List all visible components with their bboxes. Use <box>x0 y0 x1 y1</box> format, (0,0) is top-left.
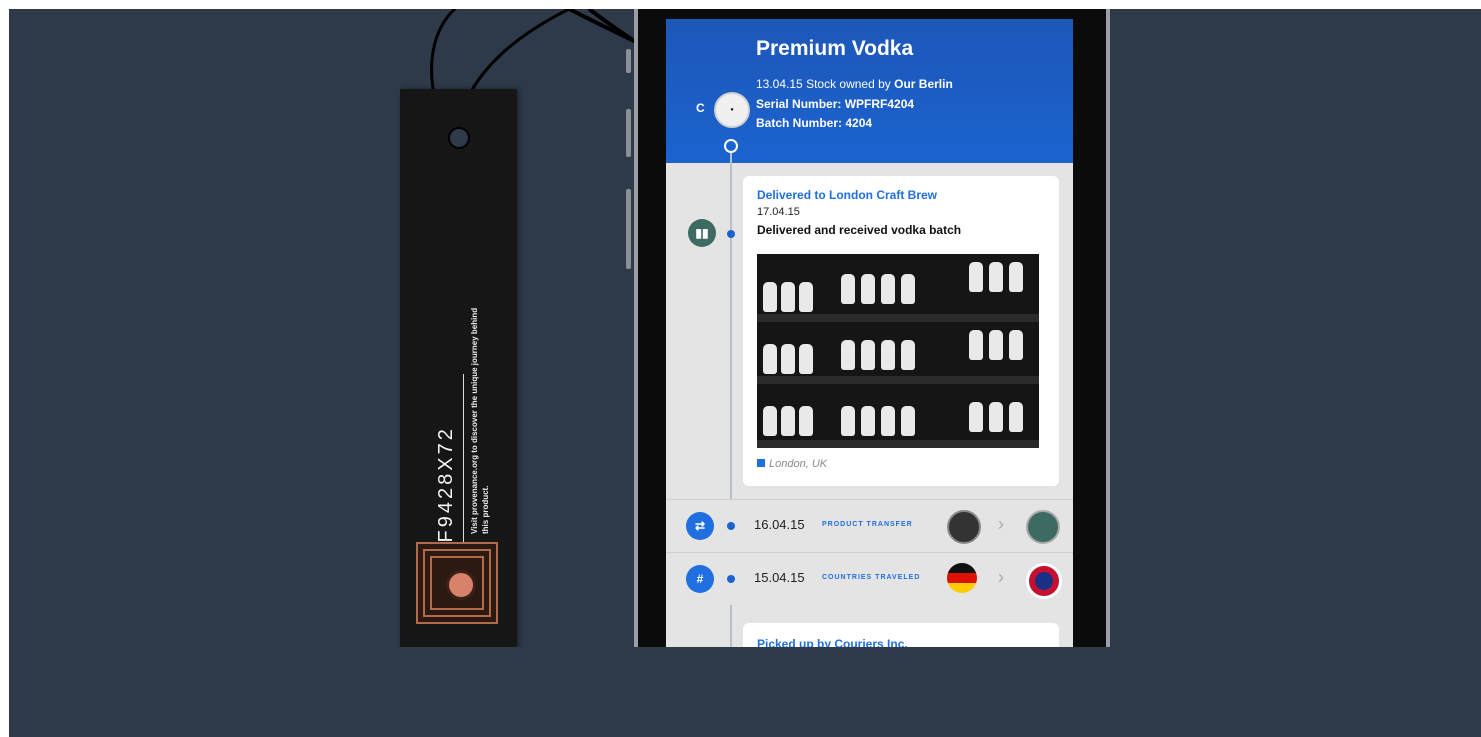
stock-owner[interactable]: Our Berlin <box>894 77 953 91</box>
event-title[interactable]: Delivered to London Craft Brew <box>757 188 937 202</box>
chevron-right-icon: › <box>998 567 1004 587</box>
bottle <box>1009 262 1023 292</box>
header-c-label: C <box>696 101 705 115</box>
bottle <box>901 340 915 370</box>
product-transfer-row[interactable]: ⇄ 16.04.15 PRODUCT TRANSFER › <box>666 499 1073 552</box>
courier-avatar[interactable] <box>947 510 981 544</box>
countries-type: COUNTRIES TRAVELED <box>822 574 921 581</box>
phone-volume-down <box>626 189 631 269</box>
shelf <box>757 314 1039 322</box>
tag-label-group: FBF9428X72 Visit provenance.org to disco… <box>425 264 495 574</box>
phone-screen: Premium Vodka 13.04.15 Stock owned by Ou… <box>666 19 1073 649</box>
stock-text: Stock owned by <box>806 77 891 91</box>
bottle <box>989 402 1003 432</box>
bottle <box>799 406 813 436</box>
bottle <box>799 282 813 312</box>
event-photo[interactable] <box>757 254 1039 448</box>
next-event-card[interactable]: Picked up by Couriers Inc. <box>743 623 1059 649</box>
countries-date: 15.04.15 <box>754 570 805 585</box>
bottle <box>901 274 915 304</box>
tag-visit-text: Visit provenance.org to discover the uni… <box>470 307 490 534</box>
bottle <box>969 330 983 360</box>
bottle <box>861 274 875 304</box>
product-title: Premium Vodka <box>756 37 914 60</box>
bottle <box>841 340 855 370</box>
bottle <box>763 406 777 436</box>
bottle <box>881 406 895 436</box>
bottle <box>1009 402 1023 432</box>
bottle <box>1009 330 1023 360</box>
serial-number: Serial Number: WPFRF4204 <box>756 97 915 111</box>
bottle <box>841 406 855 436</box>
shelf <box>757 440 1039 448</box>
event-date: 17.04.15 <box>757 206 800 218</box>
event-description: Delivered and received vodka batch <box>757 223 962 237</box>
chevron-right-icon: › <box>998 514 1004 534</box>
timeline-start-node <box>724 139 738 153</box>
timeline-node <box>727 230 735 238</box>
countries-icon: # <box>686 565 714 593</box>
brewery-icon[interactable]: ▮▮ <box>688 219 716 247</box>
bottle <box>781 406 795 436</box>
countries-traveled-row[interactable]: # 15.04.15 COUNTRIES TRAVELED › <box>666 552 1073 605</box>
uk-flag-icon[interactable] <box>1026 563 1062 599</box>
stage-bottom <box>9 647 1481 737</box>
bottle <box>881 340 895 370</box>
batch-number: Batch Number: 4204 <box>756 116 873 130</box>
event-card[interactable]: Delivered to London Craft Brew 17.04.15 … <box>743 176 1059 486</box>
bottle <box>969 402 983 432</box>
transfer-icon: ⇄ <box>686 512 714 540</box>
owner-avatar[interactable]: ● <box>714 92 750 128</box>
germany-flag-icon[interactable] <box>947 563 977 593</box>
bottle <box>841 274 855 304</box>
stock-ownership: 13.04.15 Stock owned by Our Berlin <box>756 77 953 91</box>
stage: FBF9428X72 Visit provenance.org to disco… <box>9 9 1481 737</box>
brewery-avatar[interactable] <box>1026 510 1060 544</box>
bottle <box>989 330 1003 360</box>
bottle <box>763 344 777 374</box>
transfer-date: 16.04.15 <box>754 517 805 532</box>
event-location: London, UK <box>757 458 827 470</box>
product-hang-tag: FBF9428X72 Visit provenance.org to disco… <box>400 89 517 656</box>
bottle <box>901 406 915 436</box>
bottle <box>799 344 813 374</box>
tag-hole <box>448 127 470 149</box>
bottle <box>989 262 1003 292</box>
timeline-node <box>727 575 735 583</box>
bottle <box>881 274 895 304</box>
bottle <box>861 340 875 370</box>
shelf <box>757 376 1039 384</box>
nfc-chip-icon <box>416 542 498 624</box>
timeline-node <box>727 522 735 530</box>
transfer-type: PRODUCT TRANSFER <box>822 521 913 528</box>
phone-mute-switch <box>626 49 631 73</box>
location-flag-icon <box>757 459 765 467</box>
bottle <box>781 344 795 374</box>
bottle <box>763 282 777 312</box>
bottle <box>861 406 875 436</box>
bottle <box>969 262 983 292</box>
event-location-text: London, UK <box>769 458 828 470</box>
nfc-chip-dot <box>446 570 476 600</box>
stock-date: 13.04.15 <box>756 77 803 91</box>
bottle <box>781 282 795 312</box>
phone-volume-up <box>626 109 631 157</box>
phone-frame: Premium Vodka 13.04.15 Stock owned by Ou… <box>634 9 1110 649</box>
